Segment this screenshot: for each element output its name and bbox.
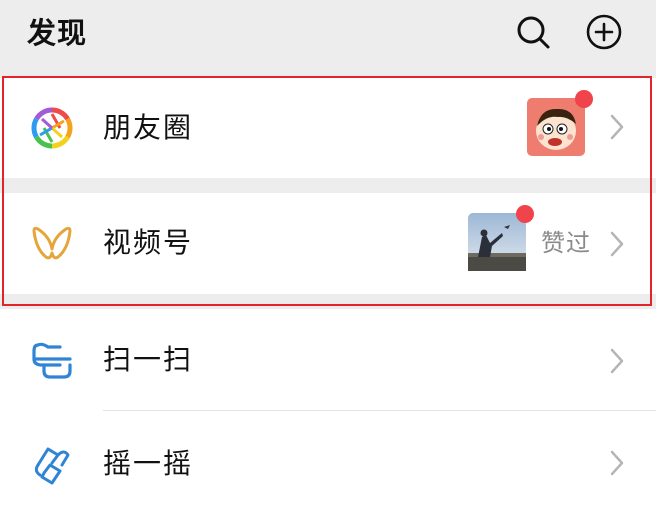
moments-aperture-icon: [31, 107, 73, 149]
moments-label: 朋友圈: [103, 111, 194, 144]
shake-label: 摇一摇: [103, 447, 194, 480]
top-bar: 发现: [0, 0, 656, 68]
list-item-channels[interactable]: 视频号 赞过: [0, 193, 656, 294]
list-item-moments[interactable]: 朋友圈: [0, 78, 656, 178]
red-dot-badge: [516, 205, 534, 223]
plus-circle-icon[interactable]: [586, 14, 622, 50]
list-item-shake[interactable]: 摇一摇: [0, 411, 656, 509]
list-item-scan[interactable]: 扫一扫: [0, 309, 656, 411]
video-thumbnail: [468, 213, 526, 271]
chevron-right-icon: [610, 231, 624, 257]
scan-icon: [32, 342, 72, 379]
chevron-right-icon: [610, 450, 624, 476]
channels-thumbnail: [468, 205, 534, 271]
channels-icon: [32, 226, 72, 260]
channels-label: 视频号: [103, 226, 194, 259]
cartoon-boy-avatar: [527, 98, 585, 156]
search-icon[interactable]: [515, 14, 551, 50]
red-dot-badge: [575, 90, 593, 108]
shake-icon: [34, 447, 70, 485]
page-title: 发现: [27, 16, 88, 50]
moments-thumbnail: [527, 90, 593, 156]
scan-label: 扫一扫: [103, 343, 194, 376]
chevron-right-icon: [610, 348, 624, 374]
chevron-right-icon: [610, 114, 624, 140]
liked-status: 赞过: [541, 229, 591, 257]
